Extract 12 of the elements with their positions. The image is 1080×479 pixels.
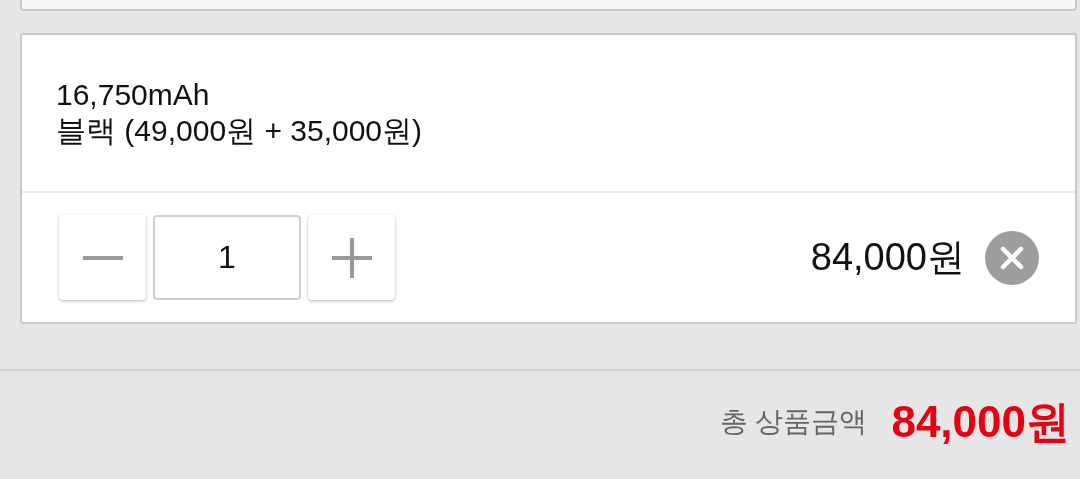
total-label: 총 상품금액 bbox=[719, 405, 868, 439]
remove-button[interactable] bbox=[985, 230, 1039, 285]
plus-icon bbox=[331, 237, 372, 278]
minus-icon bbox=[82, 255, 123, 260]
total-amount: 84,000원 bbox=[891, 396, 1070, 448]
close-icon bbox=[1000, 245, 1024, 270]
decrease-button[interactable] bbox=[59, 215, 146, 300]
option-name: 16,750mAh bbox=[56, 77, 211, 113]
item-price: 84,000원 bbox=[810, 235, 965, 280]
option-detail: 블랙 (49,000원 + 35,000원) bbox=[56, 113, 424, 149]
quantity-field[interactable]: 1 bbox=[153, 215, 301, 300]
increase-button[interactable] bbox=[308, 215, 395, 300]
